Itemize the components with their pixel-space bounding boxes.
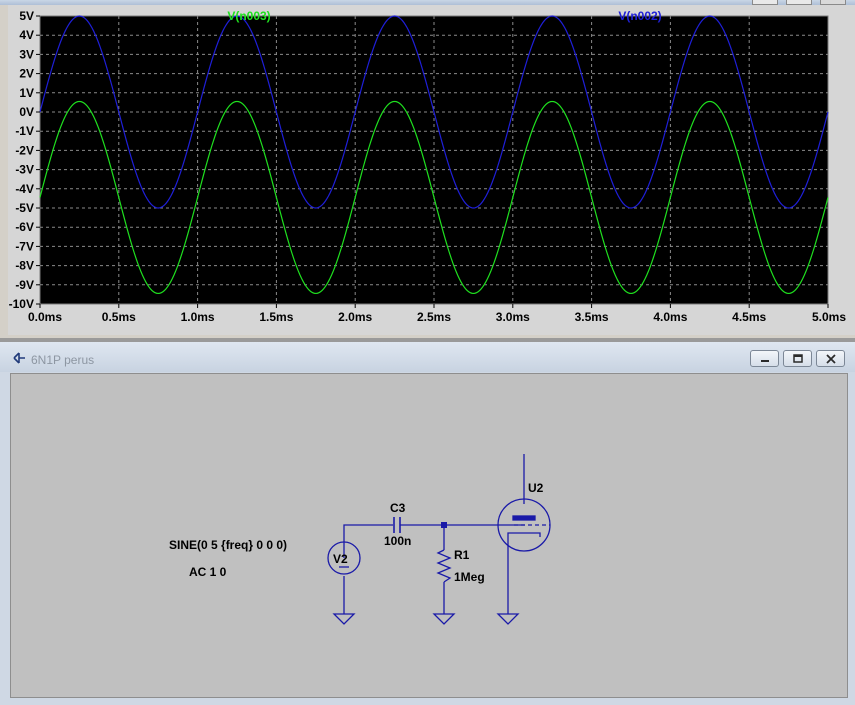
- close-icon: [825, 353, 836, 364]
- schematic-window: 6N1P perus SINE(0 5 {freq} 0 0 0) AC 1 0…: [0, 342, 855, 705]
- y-tick-label: -5V: [15, 201, 34, 215]
- x-tick-label: 1.5ms: [259, 310, 293, 324]
- minimize-icon: [760, 359, 769, 362]
- schematic-titlebar[interactable]: 6N1P perus: [0, 342, 855, 372]
- u2-label[interactable]: U2: [528, 481, 543, 495]
- y-tick-label: 2V: [19, 67, 34, 81]
- ground-symbol-r1: [432, 613, 456, 625]
- ground-symbols: [332, 613, 520, 625]
- restore-button[interactable]: [783, 350, 812, 367]
- v2-label[interactable]: V2: [333, 552, 348, 566]
- c3-value[interactable]: 100n: [384, 534, 411, 548]
- schematic-canvas[interactable]: SINE(0 5 {freq} 0 0 0) AC 1 0 V2 C3 100n…: [10, 373, 848, 698]
- close-button[interactable]: [816, 350, 845, 367]
- waveform-plot[interactable]: 0.0ms 0.5ms 1.0ms 1.5ms 2.0ms 2.5ms 3.0ms 3.5ms…: [8, 5, 855, 335]
- x-tick-label: 0.5ms: [102, 310, 136, 324]
- r1-label[interactable]: R1: [454, 548, 469, 562]
- trace-label-vn003[interactable]: V(n003): [227, 9, 270, 23]
- c3-label[interactable]: C3: [390, 501, 405, 515]
- r1-value[interactable]: 1Meg: [454, 570, 485, 584]
- y-tick-label: 4V: [19, 28, 34, 42]
- ground-symbol-v2: [332, 613, 356, 625]
- y-tick-label: -9V: [15, 278, 34, 292]
- y-tick-label: 1V: [19, 86, 34, 100]
- y-tick-label: 0V: [19, 105, 34, 119]
- restore-icon: [792, 353, 803, 363]
- schematic-window-title: 6N1P perus: [31, 353, 95, 367]
- x-tick-label: 2.5ms: [417, 310, 451, 324]
- waveform-viewer-window: 0.0ms 0.5ms 1.0ms 1.5ms 2.0ms 2.5ms 3.0ms 3.5ms…: [0, 0, 855, 338]
- x-tick-label: 3.5ms: [575, 310, 609, 324]
- y-tick-label: -10V: [9, 297, 34, 311]
- x-tick-label: 1.0ms: [181, 310, 215, 324]
- y-tick-label: 5V: [19, 9, 34, 23]
- x-tick-label: 2.0ms: [338, 310, 372, 324]
- junction-dot: [441, 522, 447, 528]
- x-tick-label: 3.0ms: [496, 310, 530, 324]
- y-tick-label: 3V: [19, 47, 34, 61]
- ac-directive[interactable]: AC 1 0: [189, 565, 226, 579]
- plot-pane[interactable]: 0.0ms 0.5ms 1.0ms 1.5ms 2.0ms 2.5ms 3.0ms 3.5ms…: [8, 5, 855, 335]
- x-tick-label: 4.0ms: [653, 310, 687, 324]
- y-tick-label: -8V: [15, 259, 34, 273]
- circuit-diagram[interactable]: [11, 374, 847, 697]
- x-tick-label: 4.5ms: [732, 310, 766, 324]
- y-tick-label: -2V: [15, 143, 34, 157]
- ground-symbol-u2: [496, 613, 520, 625]
- y-tick-label: -7V: [15, 239, 34, 253]
- wires[interactable]: [343, 454, 525, 614]
- source-directive[interactable]: SINE(0 5 {freq} 0 0 0): [169, 538, 287, 552]
- capacitor-c3[interactable]: [393, 517, 401, 533]
- y-tick-label: -4V: [15, 182, 34, 196]
- minimize-button[interactable]: [750, 350, 779, 367]
- y-tick-label: -1V: [15, 124, 34, 138]
- x-tick-label: 5.0ms: [812, 310, 846, 324]
- ltspice-schematic-icon: [13, 352, 25, 364]
- y-tick-label: -6V: [15, 220, 34, 234]
- trace-label-vn002[interactable]: V(n002): [618, 9, 661, 23]
- y-tick-label: -3V: [15, 163, 34, 177]
- x-tick-label: 0.0ms: [28, 310, 62, 324]
- resistor-r1[interactable]: [436, 549, 452, 583]
